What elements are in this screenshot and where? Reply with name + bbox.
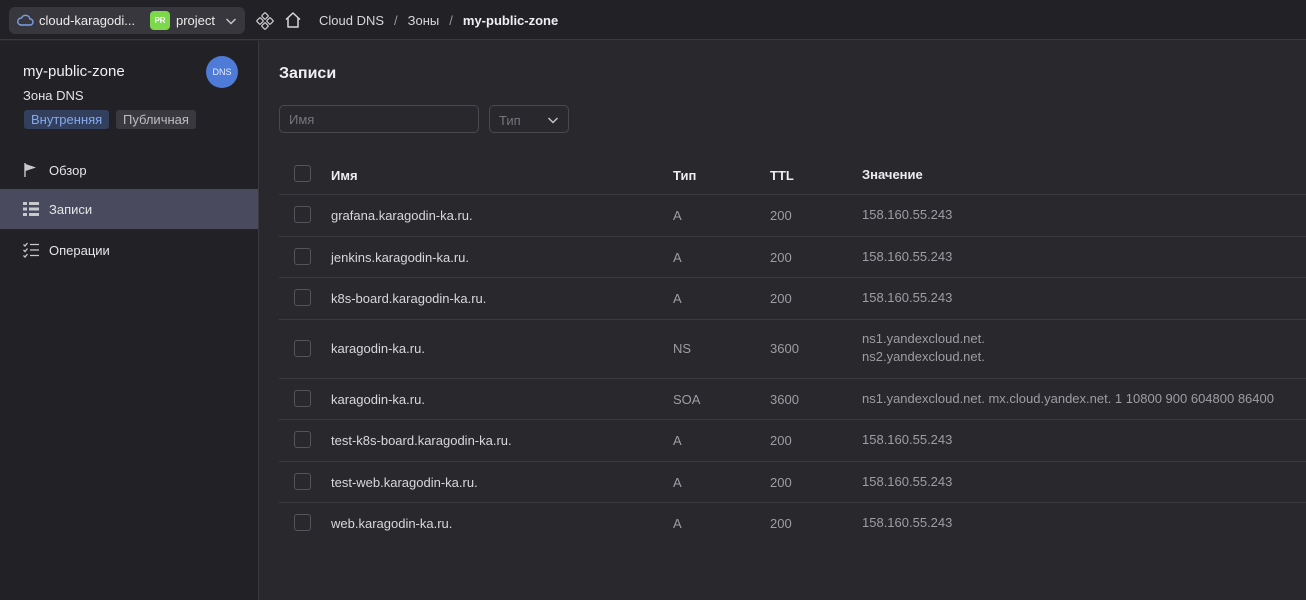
- sidebar-item-records[interactable]: Записи: [0, 189, 258, 229]
- record-ttl: 200: [770, 516, 792, 531]
- row-checkbox[interactable]: [294, 247, 311, 265]
- chevron-down-icon: [548, 117, 558, 124]
- column-header-ttl[interactable]: TTL: [770, 168, 794, 183]
- column-header-type[interactable]: Тип: [673, 168, 696, 183]
- record-ttl: 3600: [770, 391, 799, 407]
- table-row[interactable]: web.karagodin-ka.ru. A 200 158.160.55.24…: [279, 503, 1306, 545]
- record-name: grafana.karagodin-ka.ru.: [331, 208, 473, 223]
- record-type: NS: [673, 340, 692, 356]
- record-ttl: 200: [770, 474, 792, 490]
- flag-icon: [24, 163, 36, 177]
- record-type: SOA: [673, 391, 701, 407]
- cloud-selector[interactable]: cloud-karagodi... PR project: [9, 7, 245, 34]
- row-checkbox[interactable]: [294, 514, 311, 531]
- breadcrumb-zones[interactable]: Зоны: [408, 13, 440, 28]
- breadcrumb-separator: /: [394, 13, 398, 28]
- page-title: Записи: [279, 65, 337, 82]
- record-ttl: 200: [770, 433, 792, 448]
- record-ttl: 200: [770, 208, 792, 223]
- sidebar-item-label: Записи: [49, 201, 93, 217]
- row-checkbox[interactable]: [294, 289, 311, 306]
- records-table: Имя Тип TTL Значение grafana.karagodin-k…: [279, 153, 1306, 545]
- breadcrumb-cloud-dns[interactable]: Cloud DNS: [319, 13, 384, 28]
- name-filter-input[interactable]: [279, 105, 479, 133]
- record-type: A: [673, 208, 682, 223]
- select-all-checkbox[interactable]: [294, 165, 311, 182]
- record-value: ns1.yandexcloud.net.: [862, 330, 985, 346]
- table-row[interactable]: k8s-board.karagodin-ka.ru. A 200 158.160…: [279, 278, 1306, 320]
- type-select-label: Тип: [499, 113, 521, 128]
- type-filter-select[interactable]: Тип: [489, 105, 569, 133]
- list-icon: [23, 202, 39, 216]
- record-value: ns1.yandexcloud.net. mx.cloud.yandex.net…: [862, 390, 1274, 406]
- checklist-icon: [23, 242, 39, 258]
- record-name: jenkins.karagodin-ka.ru.: [331, 249, 470, 265]
- record-value: 158.160.55.243: [862, 290, 953, 305]
- dns-avatar: DNS: [206, 56, 238, 88]
- row-checkbox[interactable]: [294, 472, 311, 490]
- record-name: web.karagodin-ka.ru.: [331, 516, 453, 531]
- record-name: karagodin-ka.ru.: [331, 391, 425, 407]
- record-name: k8s-board.karagodin-ka.ru.: [331, 291, 487, 306]
- record-value: 158.160.55.243: [862, 207, 953, 222]
- record-value: 158.160.55.243: [862, 473, 953, 489]
- breadcrumb-current: my-public-zone: [462, 13, 559, 28]
- record-value: 158.160.55.243: [862, 248, 953, 264]
- record-value: ns2.yandexcloud.net.: [862, 348, 985, 364]
- record-ttl: 3600: [770, 340, 799, 356]
- row-checkbox[interactable]: [294, 389, 311, 407]
- record-type: A: [673, 249, 682, 265]
- zone-subtitle: Зона DNS: [23, 88, 84, 103]
- row-checkbox[interactable]: [294, 339, 311, 357]
- chevron-down-icon: [226, 18, 236, 25]
- table-row[interactable]: test-k8s-board.karagodin-ka.ru. A 200 15…: [279, 420, 1306, 462]
- table-row[interactable]: jenkins.karagodin-ka.ru. A 200 158.160.5…: [279, 237, 1306, 278]
- breadcrumb-separator: /: [449, 13, 453, 28]
- zone-title: my-public-zone: [23, 63, 125, 80]
- tag-internal: Внутренняя: [24, 110, 110, 129]
- project-badge: PR: [150, 11, 170, 30]
- record-type: A: [673, 291, 682, 306]
- record-ttl: 200: [770, 291, 792, 306]
- record-value: 158.160.55.243: [862, 432, 953, 447]
- tag-public: Публичная: [116, 110, 196, 129]
- services-icon[interactable]: [256, 12, 274, 30]
- record-type: A: [673, 474, 682, 490]
- record-type: A: [673, 516, 682, 531]
- cloud-name: cloud-karagodi...: [39, 13, 136, 28]
- main-content: Записи Тип Имя Тип TTL Значение grafana.…: [260, 41, 1306, 600]
- record-ttl: 200: [770, 249, 792, 265]
- table-row[interactable]: test-web.karagodin-ka.ru. A 200 158.160.…: [279, 462, 1306, 503]
- sidebar-item-overview[interactable]: Обзор: [0, 150, 258, 190]
- column-header-name[interactable]: Имя: [331, 168, 358, 183]
- sidebar-item-operations[interactable]: Операции: [0, 230, 258, 270]
- breadcrumb: Cloud DNS / Зоны / my-public-zone: [319, 13, 558, 28]
- home-icon[interactable]: [284, 11, 302, 29]
- table-row[interactable]: grafana.karagodin-ka.ru. A 200 158.160.5…: [279, 195, 1306, 237]
- record-value: 158.160.55.243: [862, 515, 953, 530]
- record-name: karagodin-ka.ru.: [331, 340, 425, 356]
- top-bar: cloud-karagodi... PR project Cloud DNS / З…: [0, 0, 1306, 40]
- sidebar-item-label: Операции: [49, 242, 110, 258]
- sidebar: my-public-zone Зона DNS DNS Внутренняя П…: [0, 41, 259, 600]
- record-name: test-web.karagodin-ka.ru.: [331, 474, 478, 490]
- sidebar-item-label: Обзор: [49, 162, 87, 178]
- table-row[interactable]: karagodin-ka.ru. SOA 3600 ns1.yandexclou…: [279, 379, 1306, 420]
- cloud-icon: [17, 14, 34, 26]
- project-name: project: [176, 13, 216, 28]
- row-checkbox[interactable]: [294, 431, 311, 448]
- table-header: Имя Тип TTL Значение: [279, 153, 1306, 195]
- column-header-value[interactable]: Значение: [862, 166, 923, 184]
- table-row[interactable]: karagodin-ka.ru. NS 3600 ns1.yandexcloud…: [279, 320, 1306, 379]
- record-name: test-k8s-board.karagodin-ka.ru.: [331, 433, 512, 448]
- record-type: A: [673, 433, 682, 448]
- row-checkbox[interactable]: [294, 206, 311, 223]
